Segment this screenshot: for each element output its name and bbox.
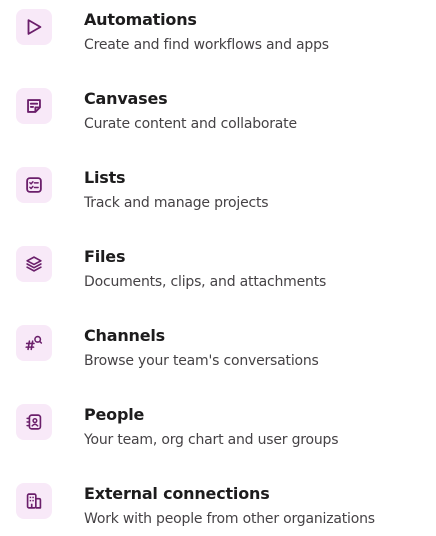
icon-tile <box>16 88 52 124</box>
menu-item-canvases[interactable]: Canvases Curate content and collaborate <box>0 79 436 143</box>
menu-item-automations[interactable]: Automations Create and find workflows an… <box>0 0 436 64</box>
menu-item-title: Lists <box>84 168 126 187</box>
menu-item-description: Create and find workflows and apps <box>84 37 329 53</box>
channel-search-icon <box>25 335 43 351</box>
menu-item-title: Channels <box>84 326 165 345</box>
icon-tile <box>16 246 52 282</box>
menu-item-description: Your team, org chart and user groups <box>84 432 339 448</box>
icon-tile <box>16 9 52 45</box>
canvas-note-icon <box>27 99 41 113</box>
menu-item-lists[interactable]: Lists Track and manage projects <box>0 158 436 222</box>
menu-item-description: Documents, clips, and attachments <box>84 274 327 290</box>
menu-item-title: Files <box>84 247 126 266</box>
menu-item-title: External connections <box>84 484 270 503</box>
menu-item-files[interactable]: Files Documents, clips, and attachments <box>0 237 436 301</box>
icon-tile <box>16 404 52 440</box>
menu-item-description: Browse your team's conversations <box>84 353 319 369</box>
building-icon <box>26 493 42 509</box>
menu-item-channels[interactable]: Channels Browse your team's conversation… <box>0 316 436 380</box>
menu-item-description: Curate content and collaborate <box>84 116 297 132</box>
menu-item-description: Track and manage projects <box>84 195 269 211</box>
icon-tile <box>16 167 52 203</box>
menu-item-people[interactable]: People Your team, org chart and user gro… <box>0 395 436 459</box>
menu-item-title: People <box>84 405 145 424</box>
play-triangle-icon <box>27 19 42 35</box>
directory-menu: Automations Create and find workflows an… <box>0 0 436 536</box>
contact-card-icon <box>26 414 42 430</box>
layers-stack-icon <box>26 256 42 272</box>
checklist-icon <box>26 177 42 193</box>
menu-item-external-connections[interactable]: External connections Work with people fr… <box>0 474 436 536</box>
icon-tile <box>16 325 52 361</box>
menu-item-title: Automations <box>84 10 197 29</box>
icon-tile <box>16 483 52 519</box>
menu-item-title: Canvases <box>84 89 168 108</box>
menu-item-description: Work with people from other organization… <box>84 511 375 527</box>
